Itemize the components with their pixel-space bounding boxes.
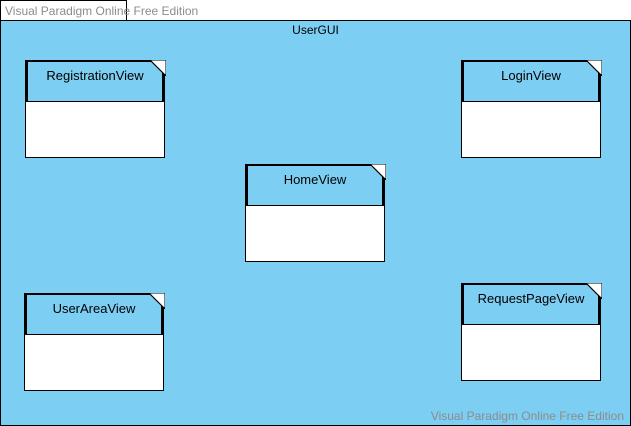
component-loginview[interactable]: LoginView	[461, 60, 602, 158]
note-corner-icon	[150, 60, 166, 76]
component-label: LoginView	[501, 68, 561, 83]
component-label: RegistrationView	[46, 68, 144, 83]
note-corner-icon	[370, 164, 386, 180]
component-requestpageview[interactable]: RequestPageView	[461, 283, 602, 381]
package-title: UserGUI	[292, 23, 339, 37]
watermark-bottom: Visual Paradigm Online Free Edition	[430, 409, 624, 423]
component-header: RequestPageView	[462, 284, 600, 325]
package-usergui[interactable]: UserGUI RegistrationView LoginView HomeV…	[0, 20, 631, 426]
component-header: RegistrationView	[26, 61, 164, 102]
component-userareaview[interactable]: UserAreaView	[24, 293, 165, 391]
note-corner-icon	[149, 293, 165, 309]
watermark-top: Visual Paradigm Online Free Edition	[5, 4, 199, 18]
component-label: HomeView	[283, 172, 347, 187]
component-header: HomeView	[246, 165, 384, 206]
component-registrationview[interactable]: RegistrationView	[25, 60, 166, 158]
component-header: UserAreaView	[25, 294, 163, 335]
note-corner-icon	[586, 60, 602, 76]
component-header: LoginView	[462, 61, 600, 102]
note-corner-icon	[586, 283, 602, 299]
component-label: UserAreaView	[52, 301, 136, 316]
component-label: RequestPageView	[477, 291, 585, 306]
component-homeview[interactable]: HomeView	[245, 164, 386, 262]
